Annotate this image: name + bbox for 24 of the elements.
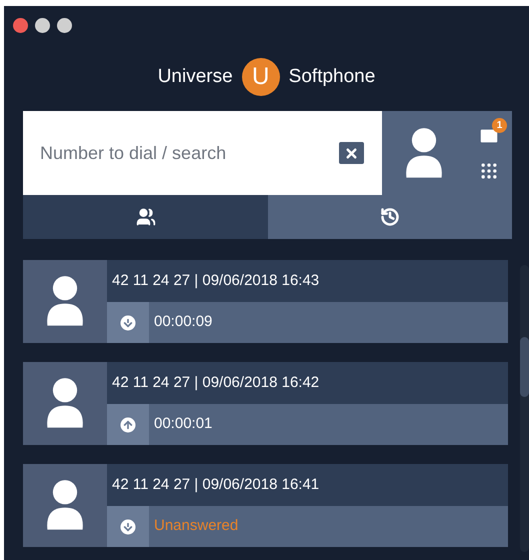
close-icon (344, 146, 359, 160)
dialpad-icon[interactable] (479, 161, 499, 181)
search-bar[interactable]: Number to dial / search (23, 111, 382, 195)
logo-badge: U (242, 58, 280, 96)
call-number-date: 42 11 24 27 | 09/06/2018 16:41 (112, 474, 320, 495)
call-entry[interactable]: 42 11 24 27 | 09/06/2018 16:43 00:00:09 (23, 260, 508, 343)
notification-badge: 1 (492, 118, 507, 133)
arrow-up-icon (118, 414, 138, 434)
app-title: Universe (158, 64, 233, 89)
call-entry[interactable]: 42 11 24 27 | 09/06/2018 16:41 Unanswered (23, 464, 508, 547)
arrow-down-icon (118, 312, 138, 332)
call-number-date: 42 11 24 27 | 09/06/2018 16:42 (112, 372, 320, 393)
call-status: 00:00:01 (154, 414, 212, 434)
people-icon (136, 207, 156, 227)
call-number-date: 42 11 24 27 | 09/06/2018 16:43 (112, 270, 320, 291)
call-status: Unanswered (154, 516, 238, 536)
arrow-down-icon (118, 516, 138, 536)
call-status: 00:00:09 (154, 312, 212, 332)
search-field[interactable]: Number to dial / search (40, 140, 339, 166)
history-icon (380, 207, 400, 227)
clear-button[interactable] (339, 142, 364, 164)
call-entry[interactable]: 42 11 24 27 | 09/06/2018 16:42 00:00:01 (23, 362, 508, 445)
app-title: Softphone (288, 64, 376, 89)
scrollbar-thumb[interactable] (520, 337, 529, 397)
